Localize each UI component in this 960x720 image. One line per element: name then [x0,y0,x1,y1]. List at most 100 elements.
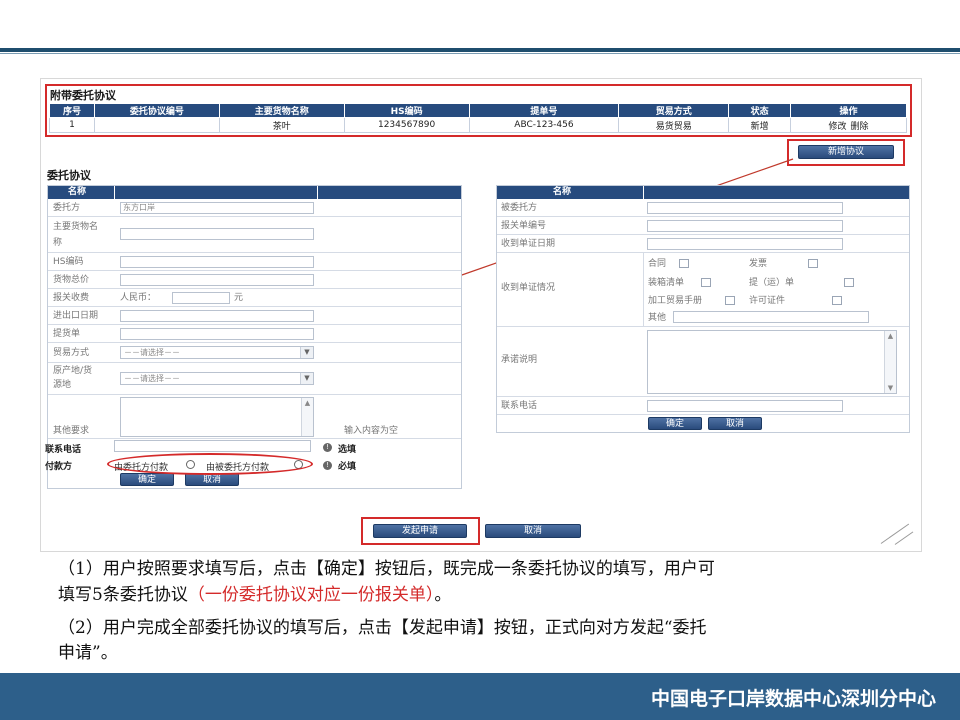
edit-link[interactable]: 修改 [829,122,847,132]
row-goods-name: 主要货物名 称 [48,217,461,253]
caption-line-2-b: 。 [434,585,452,605]
phone-input[interactable] [114,440,311,452]
top-divider-thin [0,53,960,54]
row-total-value: 货物总价 [48,271,461,289]
declaration-no-input[interactable] [647,220,843,232]
goods-name-label-2: 称 [53,238,63,248]
payment-required-tag: 必填 [338,462,357,472]
row-contact-phone: 联系电话 [497,397,909,415]
hs-code-input[interactable] [120,256,314,268]
left-form-header-label: 名称 [68,187,87,197]
origin-label-1: 原产地/货 [53,366,93,376]
bottom-cancel-button[interactable]: 取消 [485,524,581,538]
row-bill: 提货单 [48,325,461,343]
goods-name-label-1: 主要货物名 [53,222,99,232]
attached-agreements-table: 序号 委托协议编号 主要货物名称 HS编码 提单号 贸易方式 状态 操作 1 茶… [49,103,907,133]
left-form-header: 名称 [48,186,461,199]
trade-mode-select[interactable]: －－请选择－－ ▼ [120,346,314,359]
cell-index: 1 [49,117,95,133]
receipt-docs-label: 收到单证情况 [501,283,556,293]
doc-packing-label: 装箱清单 [648,278,685,288]
attached-section-title: 附带委托协议 [50,89,116,102]
doc-license-label: 许可证件 [749,296,786,306]
origin-label-2: 源地 [53,380,72,390]
chevron-up-icon: ▲ [304,399,311,407]
phone-label: 联系电话 [45,445,82,455]
caption-line-2: 填写5条委托协议（一份委托协议对应一份报关单）。 [58,584,451,607]
top-divider [0,48,960,52]
contact-phone-label: 联系电话 [501,401,538,411]
screenshot-panel: 附带委托协议 序号 委托协议编号 主要货物名称 HS编码 提单号 贸易方式 状态… [40,78,922,552]
col-header-trade-mode: 贸易方式 [618,103,730,118]
row-hs-code: HS编码 [48,253,461,271]
contact-phone-input[interactable] [647,400,843,412]
col-header-index: 序号 [49,103,95,118]
right-cancel-button[interactable]: 取消 [708,417,762,430]
caption-line-4: 申请”。 [58,643,118,663]
row-agent: 被委托方 [497,199,909,217]
caption-line-3: （2）用户完成全部委托协议的填写后，点击【发起申请】按钮，正式向对方发起“委托 [58,618,707,638]
resize-grip-icon[interactable] [875,523,915,547]
doc-handbook-label: 加工贸易手册 [648,296,703,306]
receipt-date-input[interactable] [647,238,843,250]
textarea-scrollbar[interactable]: ▲ ▼ [884,331,896,393]
agent-input[interactable] [647,202,843,214]
submit-application-button[interactable]: 发起申请 [373,524,467,538]
row-date: 进出口日期 [48,307,461,325]
fee-label: 报关收费 [53,293,90,303]
textarea-scrollbar[interactable]: ▲ [301,398,313,436]
doc-invoice-checkbox[interactable] [808,259,818,268]
col-header-goods-name: 主要货物名称 [218,103,345,118]
col-header-status: 状态 [728,103,792,118]
right-form-header: 名称 [497,186,909,199]
left-ok-button[interactable]: 确定 [120,473,174,486]
right-form-panel: 名称 被委托方 报关单编号 收到单证日期 收到单证情况 合同 发票 装箱清单 提… [496,185,910,433]
chevron-up-icon: ▲ [887,332,894,340]
receipt-date-label: 收到单证日期 [501,239,556,249]
divider [643,253,644,327]
fee-prefix: 人民币： [120,293,157,303]
cell-agreement-no [93,117,220,133]
divider [317,186,318,199]
col-header-agreement-no: 委托协议编号 [93,103,220,118]
origin-select[interactable]: －－请选择－－ ▼ [120,372,314,385]
chevron-down-icon: ▼ [300,373,313,384]
slide: 附带委托协议 序号 委托协议编号 主要货物名称 HS编码 提单号 贸易方式 状态… [0,0,960,720]
info-icon: ! [323,443,332,452]
trade-mode-select-value: －－请选择－－ [124,348,180,357]
fee-input[interactable] [172,292,230,304]
delete-link[interactable]: 删除 [851,122,869,132]
row-trade-mode: 贸易方式 －－请选择－－ ▼ [48,343,461,363]
doc-packing-checkbox[interactable] [701,278,711,287]
commitment-textarea[interactable]: ▲ ▼ [647,330,897,394]
caption-line-1: （1）用户按照要求填写后，点击【确定】按钮后，既完成一条委托协议的填写，用户可 [58,559,715,579]
goods-name-input[interactable] [120,228,314,240]
table-row: 1 茶叶 1234567890 ABC-123-456 易货贸易 新增 修改 删除 [49,117,907,133]
cell-hs-code: 1234567890 [343,117,470,133]
cell-trade-mode: 易货贸易 [618,117,730,133]
footer-bar: 中国电子口岸数据中心深圳分中心 [0,673,960,720]
principal-input[interactable]: 东方口岸 [120,202,314,214]
total-value-label: 货物总价 [53,275,90,285]
total-value-input[interactable] [120,274,314,286]
doc-handbook-checkbox[interactable] [725,296,735,305]
doc-license-checkbox[interactable] [832,296,842,305]
divider [114,186,115,199]
commitment-label: 承诺说明 [501,355,538,365]
doc-other-label: 其他 [648,313,667,323]
date-input[interactable] [120,310,314,322]
fee-unit: 元 [234,293,244,303]
add-agreement-button[interactable]: 新增协议 [798,145,894,159]
caption-line-2-a: 填写5条委托协议 [58,585,188,605]
doc-other-input[interactable] [673,311,869,323]
right-ok-button[interactable]: 确定 [648,417,702,430]
doc-contract-checkbox[interactable] [679,259,689,268]
other-textarea[interactable]: ▲ [120,397,314,437]
row-receipt-date: 收到单证日期 [497,235,909,253]
doc-bill-checkbox[interactable] [844,278,854,287]
doc-contract-label: 合同 [648,259,667,269]
bill-input[interactable] [120,328,314,340]
row-origin: 原产地/货 源地 －－请选择－－ ▼ [48,363,461,395]
row-other: 其他要求 ▲ 输入内容为空 [48,395,461,439]
principal-label: 委托方 [53,203,81,213]
